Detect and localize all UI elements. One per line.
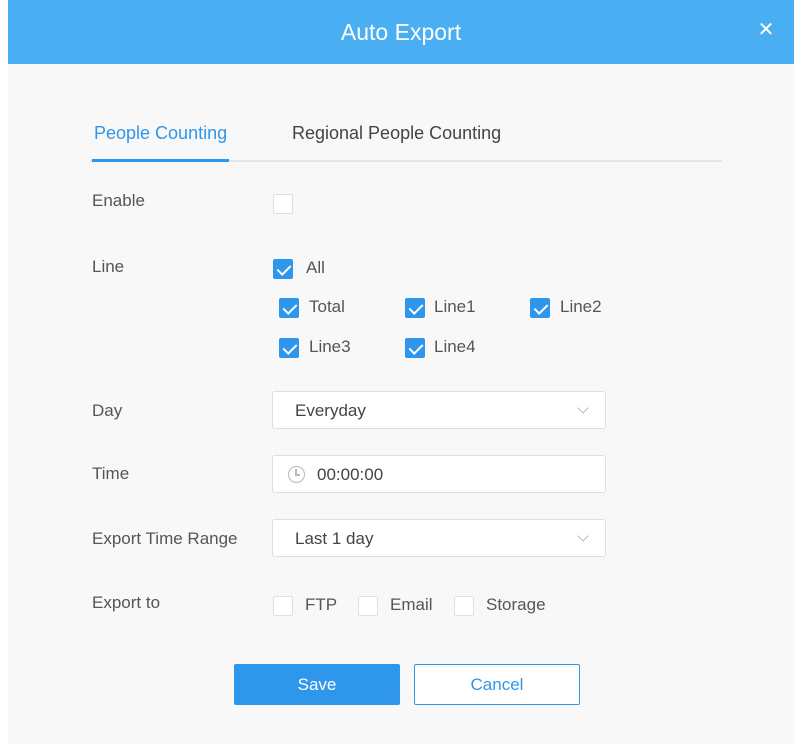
line3-checkbox[interactable]	[279, 338, 299, 358]
close-icon[interactable]: ✕	[756, 20, 776, 40]
day-select[interactable]: Everyday	[272, 391, 606, 429]
chevron-down-icon	[577, 402, 589, 414]
time-input[interactable]: 00:00:00	[272, 455, 606, 493]
line4-label: Line4	[434, 337, 476, 356]
chevron-down-icon	[577, 530, 589, 542]
line-all-label: All	[306, 258, 325, 277]
export-time-range-select[interactable]: Last 1 day	[272, 519, 606, 557]
time-value: 00:00:00	[317, 465, 384, 484]
line1-label: Line1	[434, 297, 476, 316]
line3-label: Line3	[309, 337, 351, 356]
line2-checkbox[interactable]	[530, 298, 550, 318]
clock-icon	[288, 466, 305, 483]
save-button[interactable]: Save	[234, 664, 400, 705]
cancel-button[interactable]: Cancel	[414, 664, 580, 705]
export-storage-label: Storage	[486, 595, 546, 614]
export-email-checkbox[interactable]	[358, 596, 378, 616]
line4-checkbox[interactable]	[405, 338, 425, 358]
export-ftp-label: FTP	[305, 595, 338, 614]
export-email-label: Email	[390, 595, 433, 614]
enable-label: Enable	[92, 191, 145, 210]
day-label: Day	[92, 401, 123, 420]
line1-checkbox[interactable]	[405, 298, 425, 318]
auto-export-dialog: Auto Export ✕ People Counting Regional P…	[8, 0, 794, 744]
line-label: Line	[92, 257, 125, 276]
time-label: Time	[92, 464, 130, 483]
export-time-range-label: Export Time Range	[92, 529, 238, 548]
export-time-range-value: Last 1 day	[295, 529, 374, 548]
tab-people-counting[interactable]: People Counting	[92, 123, 230, 162]
line2-label: Line2	[560, 297, 602, 316]
tab-bar: People Counting Regional People Counting	[90, 118, 722, 162]
export-storage-checkbox[interactable]	[454, 596, 474, 616]
line-all-checkbox[interactable]	[273, 259, 293, 279]
dialog-header: Auto Export ✕	[8, 0, 794, 64]
line-total-label: Total	[309, 297, 345, 316]
dialog-title: Auto Export	[340, 18, 462, 45]
day-value: Everyday	[295, 401, 366, 420]
export-to-label: Export to	[92, 593, 161, 612]
enable-checkbox[interactable]	[273, 194, 293, 214]
line-total-checkbox[interactable]	[279, 298, 299, 318]
tab-regional-people-counting[interactable]: Regional People Counting	[292, 123, 501, 162]
export-ftp-checkbox[interactable]	[273, 596, 293, 616]
